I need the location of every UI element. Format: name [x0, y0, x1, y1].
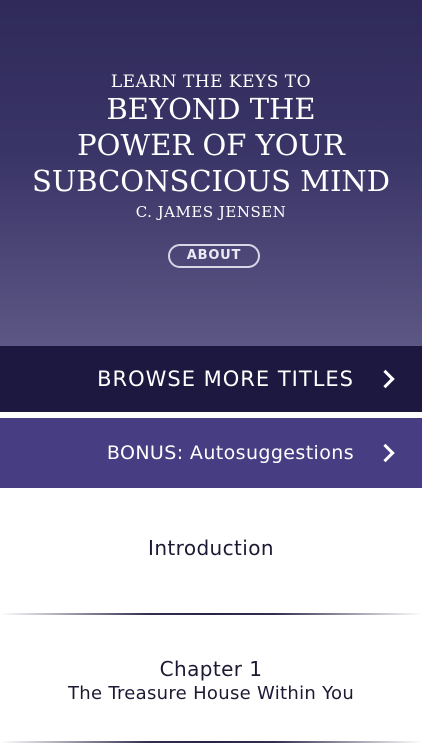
book-title-line-2: POWER OF YOUR	[77, 128, 345, 162]
chapter-separator	[0, 741, 422, 743]
book-author: C. JAMES JENSEN	[135, 203, 287, 221]
book-title-line-3: SUBCONSCIOUS MIND	[31, 164, 391, 198]
book-title-line-1: BEYOND THE	[106, 92, 316, 126]
chapter-item-1[interactable]: Chapter 1 The Treasure House Within You	[0, 656, 422, 706]
browse-more-titles-button[interactable]: BROWSE MORE TITLES	[0, 346, 422, 412]
book-title: BEYOND THE POWER OF YOUR SUBCONSCIOUS MI…	[0, 91, 422, 199]
chevron-right-icon	[376, 369, 395, 389]
book-header: LEARN THE KEYS TO BEYOND THE POWER OF YO…	[0, 0, 422, 346]
chapter-separator	[0, 613, 422, 615]
about-button[interactable]: ABOUT	[168, 244, 260, 268]
bonus-autosuggestions-label: BONUS: Autosuggestions	[106, 442, 354, 464]
chapter-subtitle: The Treasure House Within You	[67, 683, 355, 704]
chapter-title: Introduction	[148, 536, 274, 560]
browse-more-titles-label: BROWSE MORE TITLES	[97, 367, 354, 391]
chevron-right-icon	[376, 443, 395, 463]
chapter-title: Chapter 1	[159, 657, 263, 681]
bonus-autosuggestions-button[interactable]: BONUS: Autosuggestions	[0, 418, 422, 488]
header-eyebrow: LEARN THE KEYS TO	[110, 72, 312, 92]
chapter-item-introduction[interactable]: Introduction	[0, 536, 422, 560]
